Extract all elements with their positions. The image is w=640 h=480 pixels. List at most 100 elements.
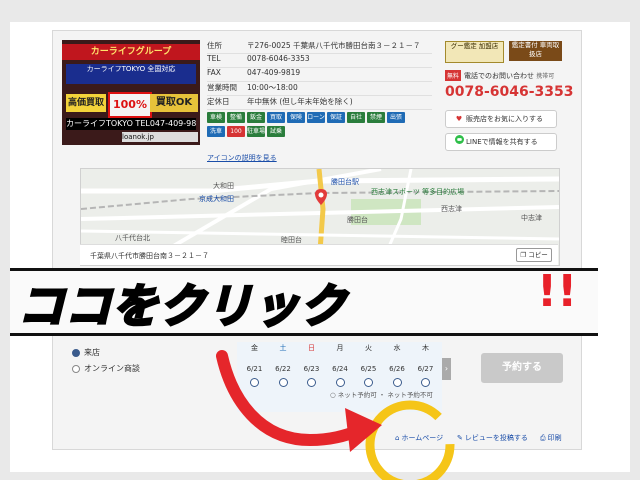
calendar-day[interactable]: 月 6/24 (327, 342, 354, 387)
photo-yellow-board: 高価買取 (66, 94, 106, 112)
calendar-date: 6/24 (332, 365, 348, 373)
phone-number[interactable]: 0078-6046-3353 (445, 84, 574, 100)
service-icon: 整備 (227, 112, 245, 123)
service-icon: ローン (307, 112, 325, 123)
favorite-button[interactable]: ♥ 販売店をお気に入りする (445, 110, 557, 128)
info-row-address: 住所 〒276-0025 千葉県八千代市勝田台南３－２１－７ (207, 40, 432, 54)
info-value: 10:00～18:00 (247, 83, 298, 92)
info-key: 営業時間 (207, 83, 237, 92)
calendar-weekday: 土 (279, 344, 287, 352)
print-label: 印刷 (547, 434, 562, 442)
info-value: 年中無休 (但し年末年始を除く) (247, 97, 353, 106)
map-label: 八千代台北 (115, 234, 150, 242)
reserve-button[interactable]: 予約する (481, 353, 563, 383)
map-label: 西志津スポーツ 等多目的広場 (371, 188, 465, 196)
radio-selected-icon[interactable] (72, 348, 80, 357)
info-value: 0078-6046-3353 (247, 54, 310, 63)
phone-inquiry-label: 無料 電話でのお問い合わせ 携帯可 (445, 70, 554, 81)
visit-label: 来店 (84, 348, 100, 357)
info-value: 047-409-9819 (247, 68, 301, 77)
service-icon: 鈑金 (247, 112, 265, 123)
calendar-weekday: 金 (251, 344, 258, 352)
info-row-tel: TEL 0078-6046-3353 (207, 54, 432, 68)
info-key: TEL (207, 54, 221, 63)
map-label: 勝田台駅 (331, 178, 359, 186)
homepage-link[interactable]: ⌂ ホームページ (395, 433, 443, 443)
calendar-next-button[interactable]: › (442, 358, 451, 380)
map-address: 千葉県八千代市勝田台南３－２１－７ (90, 252, 209, 260)
info-key: 住所 (207, 41, 222, 50)
calendar-date: 6/21 (246, 365, 263, 373)
online-option[interactable]: オンライン商談 (72, 363, 192, 374)
pencil-icon: ✎ (457, 434, 463, 442)
copy-address-button[interactable]: ❐ コピー (516, 248, 552, 262)
service-icon-row: 車検 整備 鈑金 買取 保険 ローン 保証 自社 禁煙 出張 洗車 100 駐車場 試乗 (207, 112, 417, 138)
available-icon[interactable] (278, 378, 288, 387)
copy-icon: ❐ (520, 251, 527, 259)
shop-photo: カーライフグループ カーライフTOKYO 全国対応 高価買取 100% 買取OK… (62, 40, 200, 145)
service-icon: 保険 (287, 112, 305, 123)
visit-option[interactable]: 来店 (72, 347, 192, 358)
review-label: レビューを投稿する (464, 434, 528, 442)
inquiry-text: 電話でのお問い合わせ (464, 72, 535, 80)
available-icon[interactable] (421, 378, 430, 387)
calendar-date: 6/25 (360, 365, 377, 373)
icon-description-link[interactable]: アイコンの説明を見る (207, 153, 277, 163)
map-address-bar: 千葉県八千代市勝田台南３－２１－７ ❐ コピー (80, 244, 558, 265)
post-review-link[interactable]: ✎ レビューを投稿する (457, 433, 528, 443)
calendar-weekday: 水 (393, 344, 401, 352)
available-icon[interactable] (250, 378, 259, 387)
info-row-hours: 営業時間 10:00～18:00 (207, 82, 432, 96)
copy-button-label: コピー (528, 251, 548, 259)
calendar-day[interactable]: 水 6/26 (384, 342, 411, 387)
info-key: 定休日 (207, 97, 230, 106)
map-label: 中志津 (521, 214, 542, 222)
calendar-weekday: 木 (422, 344, 429, 352)
calendar-day[interactable]: 木 6/27 (412, 342, 439, 387)
reservation-calendar: 金 6/21 土 6/22 日 6/23 月 6/24 火 6/25 水 6/26 木 6/27 (237, 342, 442, 412)
service-icon: 駐車場 (247, 126, 266, 137)
favorite-button-label: 販売店をお気に入りする (466, 115, 543, 123)
service-icon: 買取 (267, 112, 285, 123)
homepage-label: ホームページ (401, 434, 444, 442)
calendar-date: 6/27 (417, 365, 434, 373)
available-icon[interactable] (392, 378, 402, 387)
calendar-day[interactable]: 火 6/25 (355, 342, 382, 387)
service-icon: 100 (227, 126, 245, 137)
info-row-fax: FAX 047-409-9819 (207, 68, 432, 82)
calendar-day[interactable]: 土 6/22 (270, 342, 297, 387)
calendar-date: 6/26 (389, 365, 405, 373)
photo-url-strip: loanok.jp (122, 132, 198, 142)
line-icon (452, 134, 466, 150)
service-icon: 洗車 (207, 126, 225, 137)
info-value: 〒276-0025 千葉県八千代市勝田台南３－２１－７ (247, 41, 421, 50)
available-icon[interactable] (364, 378, 373, 387)
goo-appraisal-badge: グー鑑定 加盟店 (445, 41, 504, 63)
radio-icon[interactable] (72, 364, 80, 373)
calendar-weekday: 月 (336, 344, 344, 352)
photo-sign: カーライフグループ (62, 44, 200, 60)
calendar-weekday: 日 (308, 344, 315, 352)
calendar-legend: ○ ネット予約可 ・ ネット予約不可 (330, 391, 433, 399)
photo-kaitori-board: 買取OK (150, 94, 198, 112)
service-icon: 試乗 (267, 126, 285, 137)
photo-phone-strip: カーライフTOKYO TEL047-409-9818 (66, 118, 196, 130)
available-icon[interactable] (307, 378, 316, 387)
calendar-date: 6/22 (275, 365, 291, 373)
heart-icon: ♥ (455, 115, 463, 123)
calendar-day[interactable]: 日 6/23 (298, 342, 325, 387)
available-icon[interactable] (335, 378, 345, 387)
map-label: 勝田台 (347, 216, 368, 224)
calendar-date: 6/23 (303, 365, 320, 373)
appraisal-certificate-badge: 鑑定書付 車両取扱店 (509, 41, 562, 61)
print-link[interactable]: ⎙ 印刷 (540, 433, 562, 443)
photo-banner: カーライフTOKYO 全国対応 (66, 64, 196, 84)
printer-icon: ⎙ (540, 433, 546, 442)
calendar-day[interactable]: 金 6/21 (241, 342, 268, 387)
service-icon: 保証 (327, 112, 345, 123)
service-icon: 禁煙 (367, 112, 385, 123)
mobile-ok-note: 携帯可 (536, 73, 555, 80)
line-share-button[interactable]: LINEで情報を共有する (445, 133, 557, 151)
map-label: 京成大和田 (199, 195, 234, 203)
home-icon: ⌂ (395, 434, 400, 442)
